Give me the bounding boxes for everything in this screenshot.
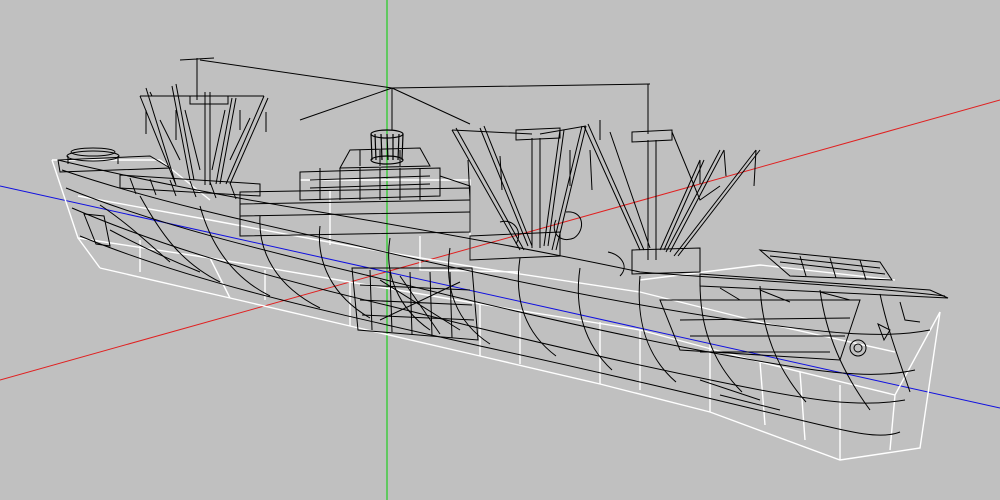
center-mast — [451, 125, 593, 261]
forecastle — [57, 147, 261, 200]
x-axis-line — [0, 99, 1000, 381]
z-axis-line — [0, 185, 1000, 409]
forward-mast — [139, 57, 269, 186]
superstructure — [239, 147, 471, 237]
bounding-boxes — [51, 159, 941, 461]
aft-mast — [583, 120, 761, 277]
rigging-stays — [199, 59, 651, 134]
poop-deck — [699, 249, 949, 357]
viewport-3d[interactable] — [0, 0, 1000, 500]
